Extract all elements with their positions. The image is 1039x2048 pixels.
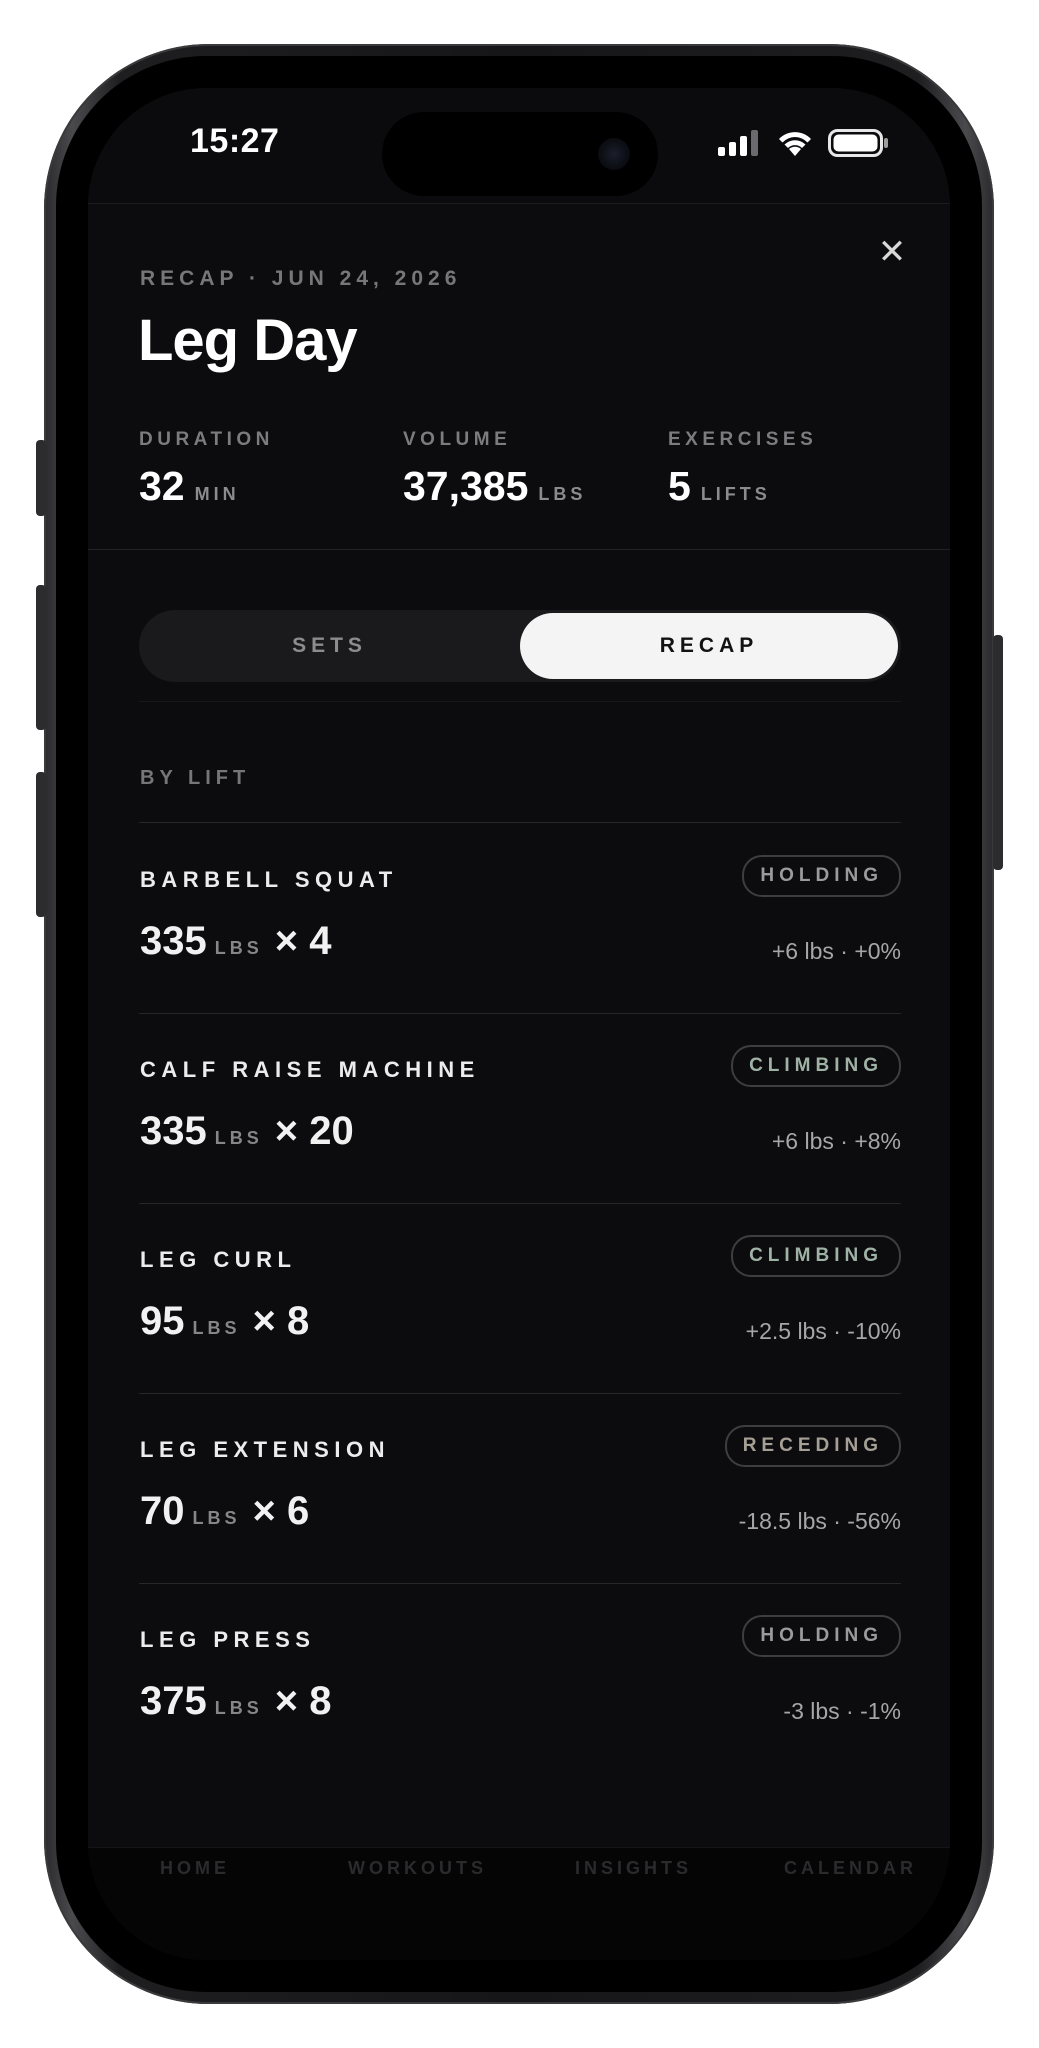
- battery-icon: [828, 129, 888, 157]
- lift-reps: × 20: [274, 1109, 354, 1153]
- lift-delta: -3 lbs · -1%: [783, 1698, 901, 1724]
- recap-sheet: ✕ RECAP · JUN 24, 2026 Leg Day DURATION …: [88, 203, 950, 1960]
- page-title: Leg Day: [138, 308, 358, 373]
- status-icons: [718, 128, 890, 158]
- stat-value-row: 32 MIN: [139, 463, 274, 510]
- lift-row[interactable]: LEG CURL CLIMBING 95 LBS × 8 +2.5 lbs · -10%: [139, 1203, 901, 1393]
- header-divider: [88, 549, 950, 550]
- status-badge: HOLDING: [742, 1615, 901, 1657]
- stat-number: 37,385: [403, 463, 529, 509]
- lift-row[interactable]: LEG EXTENSION RECEDING 70 LBS × 6 -18.5 lbs ·…: [139, 1393, 901, 1583]
- lift-weight: 335: [140, 1109, 207, 1153]
- lift-weight: 375: [140, 1679, 207, 1723]
- device-frame: 15:27 ✕ RECAP · JUN 24, 2026 Leg Day DUR…: [0, 0, 1039, 2048]
- dynamic-island: [382, 112, 658, 196]
- power-button: [993, 635, 1003, 870]
- screen: 15:27 ✕ RECAP · JUN 24, 2026 Leg Day DUR…: [88, 88, 950, 1960]
- camera-icon: [598, 138, 630, 170]
- wifi-icon: [779, 132, 811, 156]
- lift-delta: -18.5 lbs · -56%: [738, 1508, 901, 1534]
- lift-best-set: 375 LBS × 8: [140, 1679, 331, 1724]
- lift-delta: +6 lbs · +8%: [771, 1128, 901, 1154]
- lift-row[interactable]: CALF RAISE MACHINE CLIMBING 335 LBS × 20 +6 l…: [139, 1013, 901, 1203]
- lift-name: LEG CURL: [140, 1247, 297, 1272]
- lift-unit: LBS: [214, 1128, 263, 1148]
- tab-recap[interactable]: RECAP: [520, 613, 898, 679]
- stat-unit: LIFTS: [700, 484, 771, 504]
- stat-label: DURATION: [139, 429, 274, 450]
- stat-unit: LBS: [538, 484, 587, 504]
- tab-bar: HOME WORKOUTS INSIGHTS CALENDAR: [88, 1847, 950, 1960]
- stat-volume: VOLUME 37,385 LBS: [403, 429, 586, 510]
- lift-weight: 95: [140, 1299, 185, 1343]
- status-time: 15:27: [190, 122, 280, 160]
- lift-weight: 335: [140, 919, 207, 963]
- lift-best-set: 335 LBS × 20: [140, 1109, 354, 1154]
- lift-unit: LBS: [192, 1508, 241, 1528]
- lift-row[interactable]: BARBELL SQUAT HOLDING 335 LBS × 4 +6 lbs · +0…: [139, 823, 901, 1013]
- lift-unit: LBS: [214, 1698, 263, 1718]
- stat-label: VOLUME: [403, 429, 512, 450]
- status-badge: CLIMBING: [731, 1045, 901, 1087]
- status-badge: RECEDING: [724, 1425, 901, 1467]
- recap-date-eyebrow: RECAP · JUN 24, 2026: [140, 267, 462, 290]
- stat-exercises: EXERCISES 5 LIFTS: [668, 429, 817, 510]
- section-label: BY LIFT: [140, 767, 251, 789]
- tab-sets[interactable]: SETS: [139, 610, 520, 682]
- lift-unit: LBS: [214, 938, 263, 958]
- stat-label: EXERCISES: [668, 429, 818, 450]
- cellular-signal-icon: [718, 130, 758, 156]
- view-segmented-control: SETS RECAP: [139, 610, 901, 682]
- close-icon[interactable]: ✕: [872, 232, 912, 272]
- lift-weight: 70: [140, 1489, 185, 1533]
- lift-delta: +6 lbs · +0%: [771, 938, 901, 964]
- lift-name: BARBELL SQUAT: [140, 867, 398, 892]
- status-badge: HOLDING: [742, 855, 901, 897]
- tab-workouts[interactable]: WORKOUTS: [348, 1858, 487, 1879]
- volume-up-button: [36, 585, 46, 730]
- lift-reps: × 6: [252, 1489, 310, 1533]
- segment-divider: [139, 701, 901, 702]
- stat-unit: MIN: [194, 484, 240, 504]
- lift-best-set: 70 LBS × 6: [140, 1489, 309, 1534]
- lift-delta: +2.5 lbs · -10%: [745, 1318, 901, 1344]
- lift-name: LEG EXTENSION: [140, 1437, 390, 1462]
- stat-duration: DURATION 32 MIN: [139, 429, 274, 510]
- volume-down-button: [36, 772, 46, 917]
- stat-value-row: 37,385 LBS: [403, 463, 586, 510]
- lift-reps: × 4: [274, 919, 332, 963]
- lift-name: CALF RAISE MACHINE: [140, 1057, 480, 1082]
- tab-calendar[interactable]: CALENDAR: [784, 1858, 917, 1879]
- status-bar: 15:27: [88, 88, 950, 203]
- lift-row[interactable]: LEG PRESS HOLDING 375 LBS × 8 -3 lbs · -1%: [139, 1583, 901, 1773]
- lift-reps: × 8: [274, 1679, 332, 1723]
- stat-number: 32: [139, 463, 185, 509]
- status-badge: CLIMBING: [731, 1235, 901, 1277]
- tab-insights[interactable]: INSIGHTS: [575, 1858, 692, 1879]
- stat-value-row: 5 LIFTS: [668, 463, 817, 510]
- action-button: [36, 440, 46, 516]
- lift-name: LEG PRESS: [140, 1627, 316, 1652]
- lift-unit: LBS: [192, 1318, 241, 1338]
- lift-best-set: 95 LBS × 8: [140, 1299, 309, 1344]
- lift-best-set: 335 LBS × 4: [140, 919, 331, 964]
- lift-reps: × 8: [252, 1299, 310, 1343]
- stat-number: 5: [668, 463, 691, 509]
- tab-home[interactable]: HOME: [160, 1858, 230, 1879]
